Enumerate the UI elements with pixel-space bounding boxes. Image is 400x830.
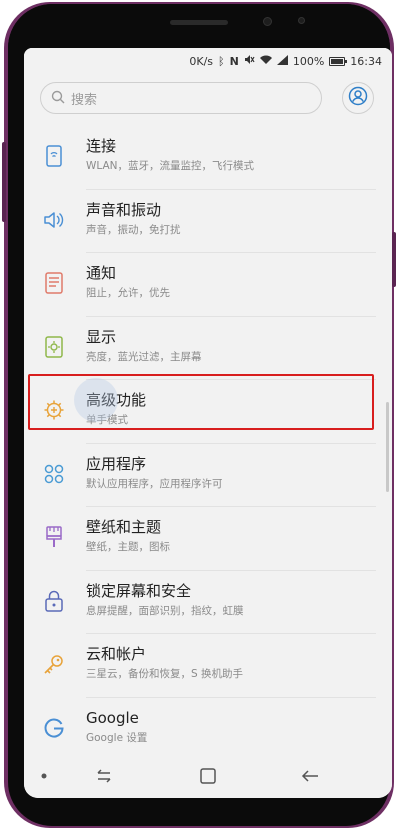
dot-icon[interactable] [32,764,56,788]
signal-icon [276,54,288,68]
battery-icon [329,56,348,66]
settings-item-subtitle: 三星云，备份和恢复，S 换机助手 [86,668,244,680]
settings-item-wallpaper[interactable]: 壁纸和主题 壁纸，主题，图标 [24,507,392,571]
search-icon [51,89,65,108]
settings-item-subtitle: 亮度，蓝光过滤，主屏幕 [86,350,202,363]
top-bezel [8,4,390,48]
back-icon[interactable] [298,764,322,788]
wifi-icon [259,55,272,68]
navigation-bar [24,754,392,798]
notification-icon [42,271,66,295]
settings-list: 连接 WLAN，蓝牙，流量监控，飞行模式 声音和振动 声音，振动，免打扰 通知 … [24,126,392,761]
settings-item-cloud-accounts[interactable]: 云和帐户 三星云，备份和恢复，S 换机助手 [24,634,392,698]
brush-icon [42,525,66,549]
mute-icon [244,54,255,68]
display-icon [42,335,66,359]
settings-item-subtitle: 单手模式 [86,414,128,426]
profile-button[interactable] [342,82,374,114]
search-input[interactable]: 搜索 [40,82,322,114]
phone-screen: 0K/s ᛒ N 100% 16:34 搜索 连接 WLAN，蓝牙，流量监控，飞… [24,48,392,798]
sensor-dot [298,17,305,24]
settings-item-title: 应用程序 [86,454,147,473]
settings-item-connections[interactable]: 连接 WLAN，蓝牙，流量监控，飞行模式 [24,126,392,190]
settings-item-title: 锁定屏幕和安全 [86,581,192,600]
front-camera [263,17,272,26]
network-speed: 0K/s [189,54,214,68]
earpiece-speaker [170,20,228,25]
settings-item-title: 壁纸和主题 [86,518,162,536]
scrollbar[interactable] [386,402,389,492]
side-button-left [2,142,6,222]
search-placeholder: 搜索 [71,92,98,108]
connection-icon [42,144,66,168]
settings-item-subtitle: 阻止，允许，优先 [86,287,170,299]
lock-icon [42,589,66,613]
settings-item-subtitle: 声音，振动，免打扰 [86,223,181,236]
settings-item-apps[interactable]: 应用程序 默认应用程序，应用程序许可 [24,444,392,508]
apps-icon [42,462,66,486]
settings-item-subtitle: 息屏提醒，面部识别，指纹，虹膜 [86,604,244,617]
settings-item-lock-security[interactable]: 锁定屏幕和安全 息屏提醒，面部识别，指纹，虹膜 [24,571,392,635]
settings-item-subtitle: WLAN，蓝牙，流量监控，飞行模式 [86,160,255,172]
settings-item-title: 高级功能 [86,391,147,409]
settings-item-subtitle: 壁纸，主题，图标 [86,541,170,553]
settings-item-subtitle: 默认应用程序，应用程序许可 [86,477,223,490]
touch-ripple [74,378,118,422]
google-icon [42,716,66,740]
person-icon [348,86,368,110]
settings-item-display[interactable]: 显示 亮度，蓝光过滤，主屏幕 [24,317,392,381]
settings-item-title: 声音和振动 [86,200,162,219]
settings-item-sound[interactable]: 声音和振动 声音，振动，免打扰 [24,190,392,254]
search-row: 搜索 [24,74,392,126]
key-icon [42,652,66,676]
clock: 16:34 [350,54,382,68]
settings-item-title: 显示 [86,327,117,346]
side-button-right [392,232,396,287]
settings-item-subtitle: Google 设置 [86,731,148,744]
phone-bezel: 0K/s ᛒ N 100% 16:34 搜索 连接 WLAN，蓝牙，流量监控，飞… [8,4,392,826]
settings-item-title: 云和帐户 [86,645,147,663]
settings-item-google[interactable]: Google Google 设置 [24,698,392,762]
settings-item-title: 连接 [86,137,117,155]
settings-item-title: Google [86,708,139,727]
status-bar: 0K/s ᛒ N 100% 16:34 [24,48,392,74]
nfc-icon: N [229,54,239,68]
settings-item-notifications[interactable]: 通知 阻止，允许，优先 [24,253,392,317]
home-icon[interactable] [196,764,220,788]
speaker-icon [42,208,66,232]
battery-percent: 100% [292,54,325,68]
settings-item-title: 通知 [86,264,117,282]
recent-apps-icon[interactable] [92,764,116,788]
bluetooth-icon: ᛒ [218,54,225,68]
gear-plus-icon [42,398,66,422]
